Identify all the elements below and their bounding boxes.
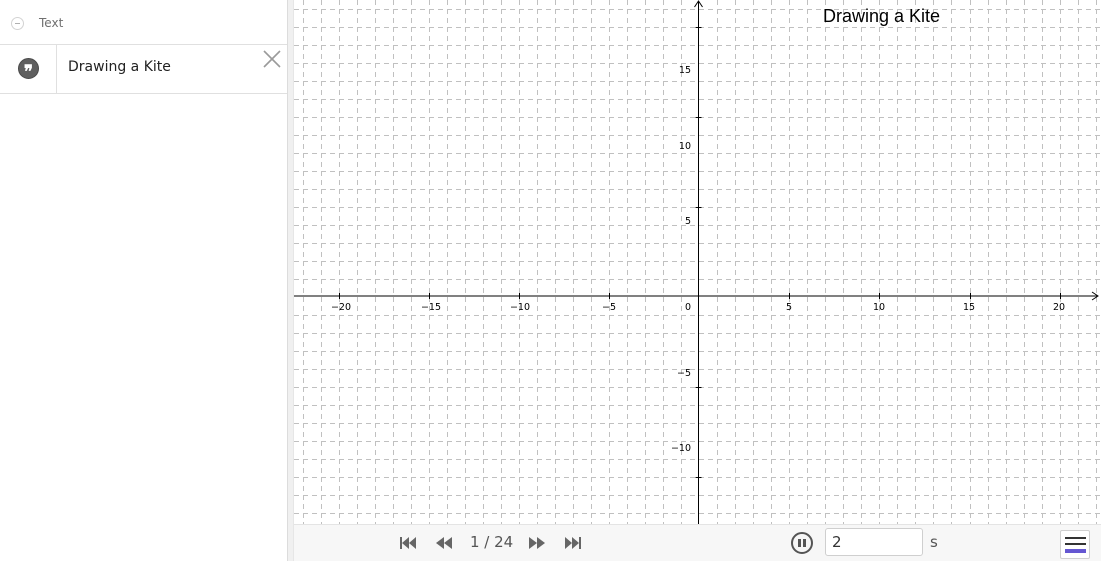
navigation-bar: 1 / 24 s: [294, 524, 1101, 561]
kite-title-text[interactable]: Drawing a Kite: [823, 6, 940, 27]
grid: [294, 0, 1101, 524]
x-tick-label: −15: [421, 302, 441, 313]
algebra-view-icon-line: [1065, 537, 1086, 539]
step-forward-icon[interactable]: [529, 534, 545, 552]
x-tick-label: 5: [786, 302, 792, 313]
x-tick-label: 20: [1053, 302, 1065, 313]
skip-last-icon[interactable]: [565, 534, 581, 552]
speed-unit: s: [930, 533, 938, 551]
axes: [294, 0, 1099, 524]
step-back-icon[interactable]: [436, 534, 452, 552]
x-tick-label: 15: [963, 302, 975, 313]
y-tick-label: −10: [671, 443, 691, 454]
x-tick-label: −5: [602, 302, 616, 313]
construction-step-counter: 1 / 24: [470, 533, 514, 551]
y-tick-label: 15: [679, 65, 691, 76]
quote-icon: ❞: [18, 58, 39, 79]
graphics-view[interactable]: −20 −15 −10 −5 0 5 10 15 20 15 10 5 −5 −…: [294, 0, 1101, 524]
panel-splitter[interactable]: [287, 0, 294, 561]
y-tick-label: 10: [679, 141, 691, 152]
y-tick-label: −5: [677, 368, 691, 379]
algebra-item-text[interactable]: Drawing a Kite: [68, 59, 171, 75]
geogebra-app: Text ❞ Drawing a Kite −20 −15 −10 −5 0 5…: [0, 0, 1101, 561]
x-tick-label: −20: [331, 302, 351, 313]
coordinate-plane[interactable]: −20 −15 −10 −5 0 5 10 15 20 15 10 5 −5 −…: [294, 0, 1101, 524]
algebra-item[interactable]: ❞ Drawing a Kite: [0, 45, 287, 94]
y-tick-label: 5: [685, 216, 691, 227]
x-tick-label: 10: [873, 302, 885, 313]
pause-icon[interactable]: [791, 532, 813, 554]
visibility-toggle[interactable]: ❞: [0, 45, 57, 93]
algebra-view-icon-line: [1065, 543, 1086, 545]
algebra-panel: Text ❞ Drawing a Kite: [0, 0, 287, 561]
algebra-view-icon-line: [1065, 549, 1086, 553]
x-tick-label: 0: [685, 302, 691, 313]
skip-first-icon[interactable]: [400, 534, 416, 552]
group-label: Text: [39, 16, 64, 30]
collapse-group-button[interactable]: [11, 17, 24, 30]
group-header: Text: [0, 0, 287, 45]
speed-input[interactable]: [825, 528, 923, 556]
algebra-view-icon[interactable]: [1060, 530, 1090, 559]
close-icon[interactable]: [262, 49, 282, 69]
x-tick-label: −10: [510, 302, 530, 313]
